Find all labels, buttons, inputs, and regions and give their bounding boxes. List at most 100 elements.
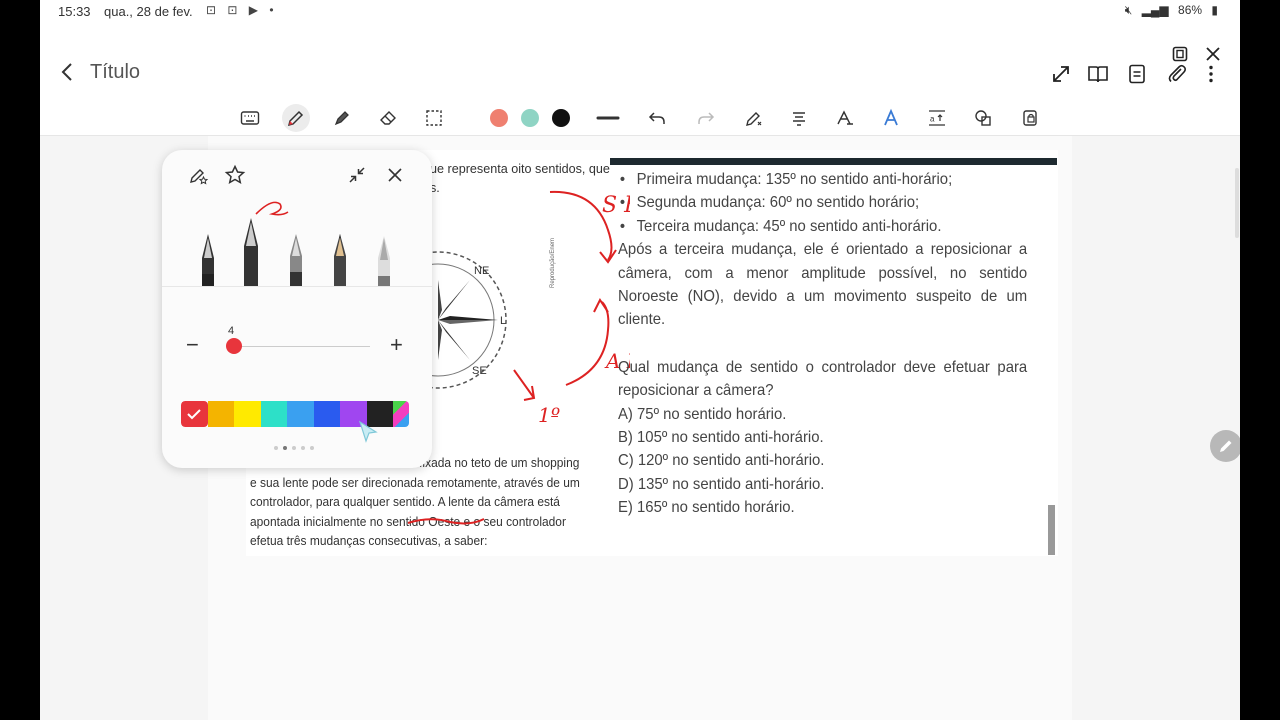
document-header-bar <box>610 158 1057 165</box>
color-picker-swatch[interactable] <box>393 401 409 427</box>
mute-icon: 🔇︎ <box>1124 3 1133 17</box>
more-options-icon[interactable] <box>1200 63 1222 85</box>
selection-icon[interactable] <box>420 104 448 132</box>
pen-types <box>202 201 390 286</box>
redo-icon[interactable] <box>692 104 720 132</box>
status-time: 15:33 <box>58 4 91 19</box>
pen-settings-panel: − 4 + <box>162 150 432 468</box>
compass-l: L <box>500 315 506 327</box>
increase-size-button[interactable]: + <box>390 334 403 356</box>
question-text: Primeira mudança: 135º no sentido anti-h… <box>618 168 1027 520</box>
attach-icon[interactable] <box>1166 63 1188 85</box>
status-bar: 15:33 qua., 28 de fev. ⊡ ⊡ ▶ • 🔇︎ ▂▄▆ 86… <box>40 0 1240 22</box>
stroke-width-icon[interactable] <box>594 104 622 132</box>
app-window: 15:33 qua., 28 de fev. ⊡ ⊡ ▶ • 🔇︎ ▂▄▆ 86… <box>40 0 1240 720</box>
compass-se: SE <box>472 365 487 377</box>
edit-fab-button[interactable] <box>1210 430 1240 462</box>
pager-dot <box>301 446 305 450</box>
compass-credit: Reprodução/Enem <box>550 238 556 288</box>
book-view-icon[interactable] <box>1087 63 1109 85</box>
color-swatch-orange[interactable] <box>207 401 235 427</box>
pager-dot <box>274 446 278 450</box>
text-format-icon[interactable]: a <box>923 104 951 132</box>
palette-pager[interactable] <box>274 446 314 450</box>
color-swatch-teal[interactable] <box>260 401 288 427</box>
answer-option: D) 135º no sentido anti-horário. <box>618 475 825 493</box>
pencil-edit-icon <box>1220 440 1232 452</box>
title-bar: Título <box>40 22 1240 100</box>
color-swatch-yellow[interactable] <box>234 401 261 427</box>
color-swatch-1[interactable] <box>485 104 513 132</box>
text-align-icon[interactable] <box>785 104 813 132</box>
shapes-icon[interactable] <box>969 104 997 132</box>
answer-option: A) 75º no sentido horário. <box>618 405 787 423</box>
decrease-size-button[interactable]: − <box>186 334 199 356</box>
page-icon[interactable] <box>1126 63 1148 85</box>
font-style-icon[interactable] <box>877 104 905 132</box>
size-slider-track[interactable] <box>234 346 370 347</box>
change-item: Segunda mudança: 60º no sentido horário; <box>618 191 1027 215</box>
color-dot <box>552 109 570 127</box>
pager-dot-active <box>283 446 287 450</box>
keyboard-icon[interactable] <box>236 104 264 132</box>
compass-figure: NE L SE Reprodução/Enem S H A H 1º <box>430 190 630 427</box>
brush-icon[interactable] <box>378 236 390 286</box>
change-item: Terceira mudança: 45º no sentido anti-ho… <box>618 215 1027 239</box>
status-date: qua., 28 de fev. <box>104 4 193 19</box>
drawing-toolbar: a <box>40 100 1240 136</box>
context-text: fixada no teto de um shopping e sua lent… <box>250 454 596 552</box>
eraser-icon[interactable] <box>374 104 402 132</box>
color-dot <box>490 109 508 127</box>
signal-icon: ▂▄▆ <box>1141 3 1169 17</box>
battery-text: 86% <box>1178 3 1203 17</box>
color-swatch-red-selected[interactable] <box>181 401 208 427</box>
collapse-icon[interactable] <box>346 164 368 186</box>
pencil-icon[interactable] <box>334 234 346 286</box>
color-dot <box>521 109 539 127</box>
color-swatch-3[interactable] <box>547 104 575 132</box>
size-slider-handle[interactable] <box>226 338 242 354</box>
pen-icon[interactable] <box>290 234 302 286</box>
size-value: 4 <box>228 325 235 337</box>
cursor-icon <box>358 420 378 443</box>
pen-tool-icon[interactable] <box>282 104 310 132</box>
snippet-line: ue representa oito sentidos, que <box>430 162 610 176</box>
notification-icons: ⊡ ⊡ ▶ • <box>206 3 278 17</box>
expand-icon[interactable] <box>1050 63 1072 85</box>
question-prompt: Qual mudança de sentido o controlador de… <box>618 358 1028 400</box>
fountain-pen-icon[interactable] <box>202 234 214 286</box>
note-title[interactable]: Título <box>90 61 140 84</box>
handwriting-text-icon[interactable] <box>831 104 859 132</box>
svg-text:a: a <box>930 115 935 124</box>
color-swatch-2[interactable] <box>516 104 544 132</box>
status-right: 🔇︎ ▂▄▆ 86% ▮ <box>1119 3 1218 18</box>
oeste-underline-annotation <box>407 518 485 525</box>
highlighter-icon[interactable] <box>328 104 356 132</box>
favorite-pen-icon[interactable] <box>188 164 210 186</box>
instruction-paragraph: Após a terceira mudança, ele é orientado… <box>618 241 1028 329</box>
context-line: e sua lente pode ser direcionada remotam… <box>250 475 580 490</box>
battery-icon: ▮ <box>1211 3 1218 17</box>
pager-dot <box>292 446 296 450</box>
close-panel-icon[interactable] <box>384 164 406 186</box>
answer-option: B) 105º no sentido anti-horário. <box>618 429 824 447</box>
star-icon[interactable] <box>224 164 246 186</box>
context-line: efetua três mudanças consecutivas, a sab… <box>250 534 488 548</box>
compass-ne: NE <box>474 265 489 277</box>
panel-divider <box>162 286 432 287</box>
change-item: Primeira mudança: 135º no sentido anti-h… <box>618 168 1027 192</box>
calligraphy-pen-icon[interactable] <box>244 201 289 286</box>
pen-mode-icon[interactable] <box>740 104 768 132</box>
undo-icon[interactable] <box>643 104 671 132</box>
answer-option: C) 120º no sentido anti-horário. <box>618 452 825 470</box>
color-swatch-light-blue[interactable] <box>287 401 314 427</box>
check-icon <box>187 409 201 420</box>
annotation-first: 1º <box>538 403 560 427</box>
page-scrollbar[interactable] <box>1235 168 1239 238</box>
back-button[interactable] <box>58 60 78 84</box>
lock-layer-icon[interactable] <box>1016 104 1044 132</box>
pager-dot <box>310 446 314 450</box>
color-swatch-blue[interactable] <box>313 401 341 427</box>
answer-option: E) 165º no sentido horário. <box>618 499 795 517</box>
document-scrollbar[interactable] <box>1048 505 1055 555</box>
